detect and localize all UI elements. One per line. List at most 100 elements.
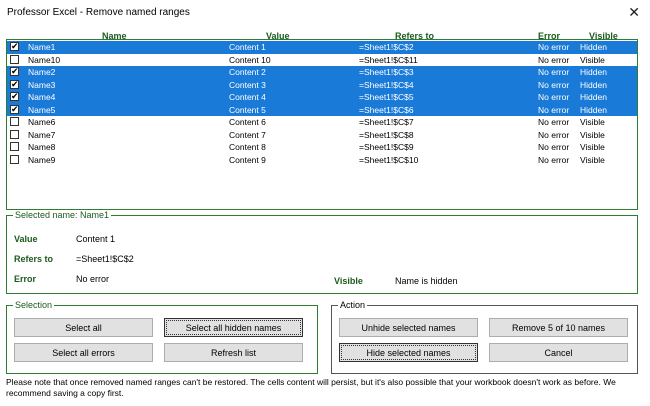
select-all-errors-button[interactable]: Select all errors (14, 343, 153, 362)
selection-group: Selection Select all Select all hidden n… (6, 300, 318, 374)
table-row[interactable]: Name9 Content 9 =Sheet1!$C$10 No error Visib… (7, 154, 637, 167)
cell-value: Content 3 (229, 79, 266, 90)
cell-value: Content 9 (229, 154, 266, 165)
table-row[interactable]: Name8 Content 8 =Sheet1!$C$9 No error Visibl… (7, 141, 637, 154)
cell-visible: Visible (580, 142, 605, 152)
cell-error: No error (538, 117, 570, 127)
title-bar: Professor Excel - Remove named ranges ✕ (0, 0, 650, 24)
table-row[interactable]: ✔ Name5 Content 5 =Sheet1!$C$6 No error Hidde… (7, 103, 637, 116)
cell-error: No error (538, 154, 570, 165)
cell-error: No error (538, 129, 570, 140)
named-ranges-list[interactable]: ✔ Name1 Content 1 =Sheet1!$C$2 No error Hidde… (6, 39, 638, 210)
checkbox-icon[interactable] (10, 117, 19, 126)
cell-visible: Hidden (580, 79, 607, 90)
select-all-button[interactable]: Select all (14, 318, 153, 337)
action-group: Action Unhide selected names Remove 5 of… (331, 300, 638, 374)
checkbox-icon[interactable] (10, 129, 19, 139)
cell-refers-to: =Sheet1!$C$6 (359, 104, 414, 115)
cell-visible: Hidden (580, 42, 607, 52)
select-all-hidden-button[interactable]: Select all hidden names (164, 318, 303, 337)
checkmark-icon: ✔ (11, 103, 19, 114)
cell-refers-to: =Sheet1!$C$2 (359, 42, 414, 52)
cell-error: No error (538, 67, 570, 77)
cell-name: Name1 (28, 42, 56, 52)
checkbox-checked-icon[interactable]: ✔ (10, 91, 19, 101)
cell-error: No error (538, 104, 570, 115)
cell-name: Name9 (28, 154, 56, 165)
cell-refers-to: =Sheet1!$C$4 (359, 79, 414, 90)
cell-visible: Hidden (580, 92, 607, 102)
checkbox-checked-icon[interactable]: ✔ (10, 78, 19, 89)
cell-value: Content 4 (229, 92, 266, 102)
value-label: Value (14, 234, 38, 244)
unhide-selected-button[interactable]: Unhide selected names (339, 318, 478, 337)
table-row[interactable]: Name7 Content 7 =Sheet1!$C$8 No error Visibl… (7, 129, 637, 142)
cell-visible: Visible (580, 117, 605, 127)
cell-name: Name5 (28, 104, 56, 115)
cell-value: Content 1 (229, 42, 266, 52)
cell-value: Content 7 (229, 129, 266, 140)
checkbox-checked-icon[interactable]: ✔ (10, 66, 19, 76)
visible-text: Name is hidden (395, 276, 458, 286)
table-row[interactable]: Name6 Content 6 =Sheet1!$C$7 No error Visibl… (7, 116, 637, 129)
checkbox-checked-icon[interactable]: ✔ (10, 41, 19, 51)
refresh-list-button[interactable]: Refresh list (164, 343, 303, 362)
remove-names-button[interactable]: Remove 5 of 10 names (489, 318, 628, 337)
cell-value: Content 2 (229, 67, 266, 77)
cell-value: Content 5 (229, 104, 266, 115)
checkbox-icon[interactable] (10, 142, 19, 151)
cell-visible: Visible (580, 54, 605, 65)
refers-to-label: Refers to (14, 254, 54, 264)
table-row[interactable]: ✔ Name3 Content 3 =Sheet1!$C$4 No error Hidde… (7, 78, 637, 91)
table-row[interactable]: ✔ Name1 Content 1 =Sheet1!$C$2 No error Hidde… (7, 41, 637, 54)
checkmark-icon: ✔ (11, 66, 19, 76)
cell-name: Name10 (28, 54, 61, 65)
selection-legend: Selection (13, 300, 55, 310)
action-legend: Action (338, 300, 368, 310)
cell-error: No error (538, 142, 570, 152)
cell-name: Name6 (28, 117, 56, 127)
cell-refers-to: =Sheet1!$C$8 (359, 129, 414, 140)
cell-visible: Hidden (580, 104, 607, 115)
cell-refers-to: =Sheet1!$C$9 (359, 142, 414, 152)
cell-refers-to: =Sheet1!$C$5 (359, 92, 414, 102)
cell-error: No error (538, 92, 570, 102)
checkbox-checked-icon[interactable]: ✔ (10, 103, 19, 114)
cell-refers-to: =Sheet1!$C$3 (359, 67, 414, 77)
error-text: No error (76, 274, 110, 284)
selected-name-legend: Selected name: Name1 (13, 210, 112, 220)
cancel-button[interactable]: Cancel (489, 343, 628, 362)
cell-refers-to: =Sheet1!$C$11 (359, 54, 418, 65)
checkmark-icon: ✔ (11, 41, 19, 51)
cell-name: Name2 (28, 67, 56, 77)
cell-name: Name3 (28, 79, 56, 90)
cell-value: Content 6 (229, 117, 266, 127)
refers-to-text: =Sheet1!$C$2 (76, 254, 134, 264)
cell-name: Name8 (28, 142, 56, 152)
cell-error: No error (538, 42, 570, 52)
cell-visible: Visible (580, 129, 605, 140)
cell-name: Name7 (28, 129, 56, 140)
error-label: Error (14, 274, 37, 284)
cell-refers-to: =Sheet1!$C$7 (359, 117, 414, 127)
checkbox-icon[interactable] (10, 54, 19, 64)
cell-error: No error (538, 54, 570, 65)
cell-visible: Visible (580, 154, 605, 165)
checkbox-icon[interactable] (10, 154, 19, 164)
table-row[interactable]: ✔ Name2 Content 2 =Sheet1!$C$3 No error Hidde… (7, 66, 637, 79)
close-icon[interactable]: ✕ (628, 4, 640, 21)
cell-value: Content 10 (229, 54, 271, 65)
checkmark-icon: ✔ (11, 78, 19, 89)
table-row[interactable]: ✔ Name4 Content 4 =Sheet1!$C$5 No error Hidde… (7, 91, 637, 104)
hide-selected-button[interactable]: Hide selected names (339, 343, 478, 362)
cell-error: No error (538, 79, 570, 90)
cell-value: Content 8 (229, 142, 266, 152)
cell-name: Name4 (28, 92, 56, 102)
window-title: Professor Excel - Remove named ranges (7, 7, 190, 18)
checkmark-icon: ✔ (11, 91, 19, 101)
visible-label: Visible (334, 276, 363, 286)
cell-visible: Hidden (580, 67, 607, 77)
value-text: Content 1 (76, 234, 116, 244)
selected-name-details: Selected name: Name1 Value Content 1 Ref… (6, 210, 638, 294)
table-row[interactable]: Name10 Content 10 =Sheet1!$C$11 No error Vis… (7, 54, 637, 67)
